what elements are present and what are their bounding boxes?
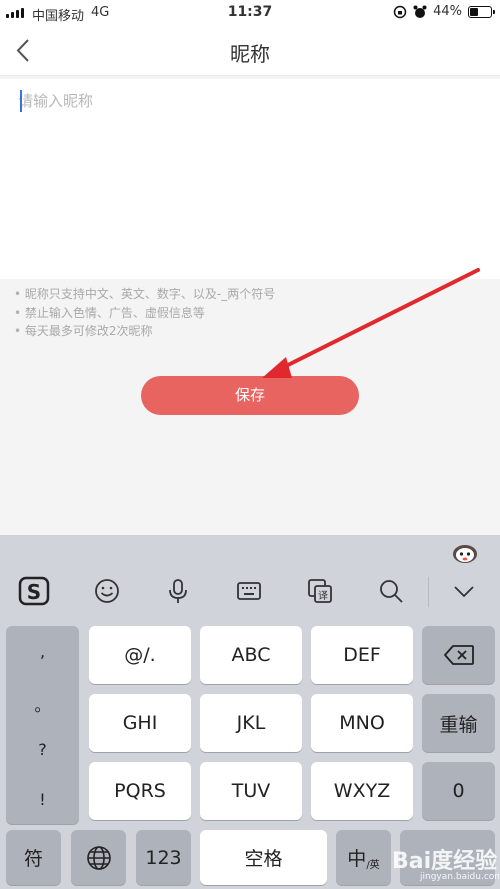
emoji-icon[interactable] (91, 575, 123, 607)
key-at-slash[interactable]: @/. (89, 626, 191, 684)
symbol-key[interactable]: 符 (6, 830, 61, 885)
mascot-icon[interactable] (452, 542, 478, 564)
number-key[interactable]: 123 (136, 830, 191, 885)
keyboard-icon[interactable] (233, 575, 265, 607)
text-caret (20, 90, 22, 112)
key-abc[interactable]: ABC (200, 626, 302, 684)
toolbar-divider (428, 577, 429, 607)
rule-item: 每天最多可修改2次昵称 (14, 322, 275, 341)
sogou-logo-icon[interactable]: S (18, 575, 50, 607)
key-mno[interactable]: MNO (311, 694, 413, 752)
watermark-text: Bai度经验 (392, 849, 498, 874)
punct-key[interactable]: 。 (6, 692, 79, 716)
keyboard-toolbar: S 译 (0, 535, 500, 619)
backspace-key[interactable] (422, 626, 495, 684)
nav-bar: 昵称 (0, 26, 500, 76)
language-sub: /英 (366, 860, 380, 871)
status-bar: 中国移动 4G 11:37 44% (0, 0, 500, 26)
page-title: 昵称 (230, 42, 270, 66)
zero-key[interactable]: 0 (422, 762, 495, 820)
watermark-url: jingyan.baidu.com (420, 872, 500, 882)
collapse-keyboard-icon[interactable] (448, 575, 480, 607)
key-pqrs[interactable]: PQRS (89, 762, 191, 820)
space-key[interactable]: 空格 (200, 830, 327, 885)
reenter-key[interactable]: 重输 (422, 694, 495, 752)
svg-text:S: S (27, 580, 41, 604)
battery-percent: 44% (433, 4, 462, 19)
nickname-input-area (0, 79, 500, 279)
backspace-icon (443, 645, 474, 665)
punct-key[interactable]: ! (6, 790, 79, 809)
search-icon[interactable] (375, 575, 407, 607)
nickname-input[interactable] (18, 87, 478, 115)
key-def[interactable]: DEF (311, 626, 413, 684)
key-ghi[interactable]: GHI (89, 694, 191, 752)
key-tuv[interactable]: TUV (200, 762, 302, 820)
save-button[interactable]: 保存 (141, 376, 359, 415)
punct-key[interactable]: , (6, 642, 79, 661)
key-jkl[interactable]: JKL (200, 694, 302, 752)
globe-icon (86, 845, 111, 870)
microphone-icon[interactable] (162, 575, 194, 607)
rotation-lock-icon (393, 5, 407, 18)
globe-key[interactable] (71, 830, 126, 885)
key-wxyz[interactable]: WXYZ (311, 762, 413, 820)
language-switch-key[interactable]: 中/英 (336, 830, 391, 885)
rule-item: 禁止输入色情、广告、虚假信息等 (14, 304, 275, 323)
translate-icon[interactable]: 译 (304, 575, 336, 607)
language-main: 中 (347, 848, 367, 870)
svg-text:译: 译 (318, 590, 328, 602)
nickname-rules: 昵称只支持中文、英文、数字、以及-_两个符号 禁止输入色情、广告、虚假信息等 每… (14, 285, 275, 341)
punctuation-column: , 。 ? ! (6, 626, 79, 824)
punct-key[interactable]: ? (6, 740, 79, 759)
rule-item: 昵称只支持中文、英文、数字、以及-_两个符号 (14, 285, 275, 304)
battery-icon (468, 5, 495, 18)
alarm-icon (413, 5, 427, 18)
